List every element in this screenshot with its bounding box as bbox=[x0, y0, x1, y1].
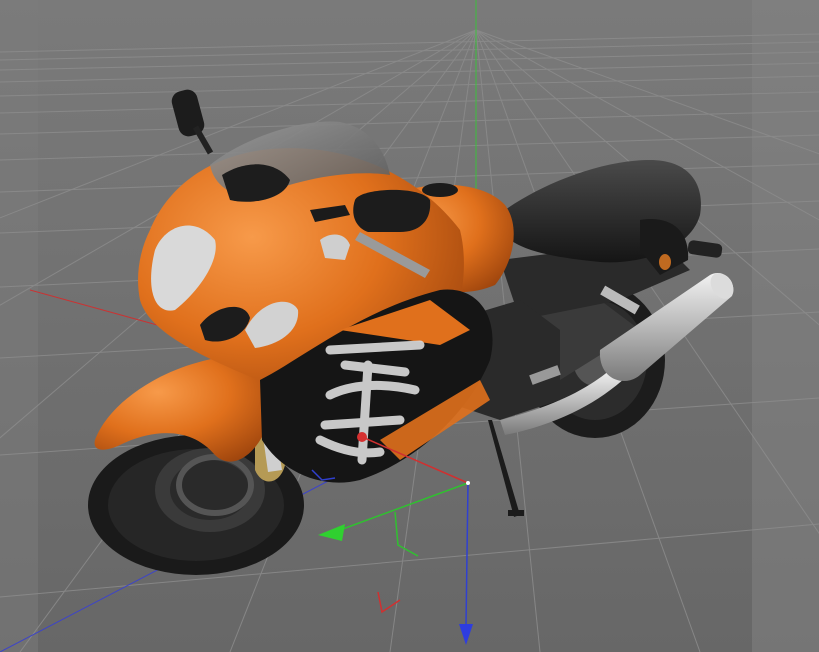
left-panel-shade bbox=[0, 0, 38, 652]
kickstand-foot bbox=[508, 510, 524, 516]
fuel-cap bbox=[422, 183, 458, 197]
rear-indicator bbox=[659, 254, 671, 270]
fork-triple-clamp bbox=[320, 234, 350, 260]
gizmo-origin[interactable] bbox=[466, 481, 470, 485]
3d-viewport[interactable] bbox=[0, 0, 819, 652]
x-axis-handle[interactable] bbox=[357, 432, 367, 442]
right-panel-shade bbox=[752, 0, 819, 652]
right-mirror bbox=[353, 189, 431, 232]
